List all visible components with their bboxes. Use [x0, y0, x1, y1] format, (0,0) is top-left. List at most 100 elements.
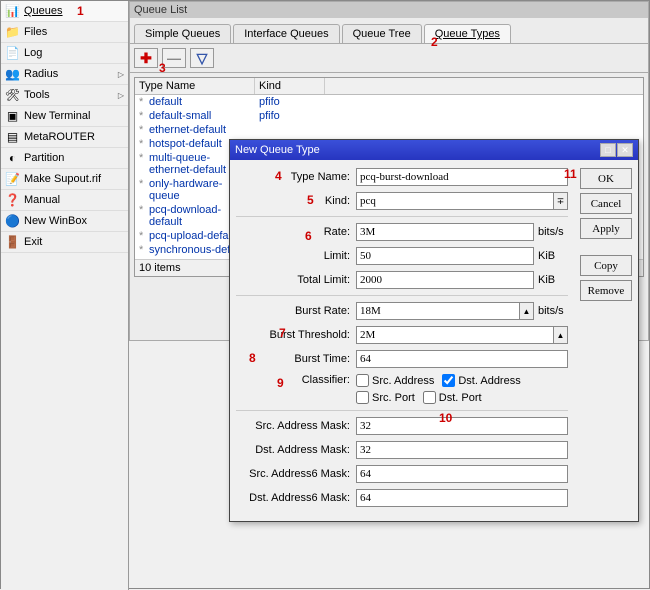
classifier-dst-port-checkbox[interactable] [423, 391, 436, 404]
cancel-button[interactable]: Cancel [580, 193, 632, 214]
filter-button[interactable]: ▽ [190, 48, 214, 68]
burst-threshold-label: Burst Threshold: [236, 329, 356, 341]
sidebar-item-queues[interactable]: 📊Queues [1, 1, 128, 22]
tab-queue-tree[interactable]: Queue Tree [342, 24, 422, 43]
dialog-title: New Queue Type [235, 144, 320, 156]
add-button[interactable]: ✚ [134, 48, 158, 68]
limit-input[interactable] [356, 247, 534, 265]
annotation-5: 5 [307, 193, 314, 207]
radius-icon: 👥 [5, 67, 20, 82]
col-type-name[interactable]: Type Name [135, 78, 255, 94]
copy-button[interactable]: Copy [580, 255, 632, 276]
checkbox-label: Dst. Address [458, 375, 520, 387]
sidebar-item-make-supout[interactable]: 📝 Make Supout.rif [1, 169, 128, 190]
chevron-right-icon: ▷ [118, 91, 124, 100]
annotation-10: 10 [439, 411, 452, 425]
dialog-buttons: OK Cancel Apply Copy Remove [574, 160, 638, 521]
cell-name: default-small [145, 109, 255, 123]
tabs: Simple Queues Interface Queues Queue Tre… [130, 18, 648, 44]
tab-label: Queue Types [435, 28, 500, 40]
list-header: Type Name Kind [135, 78, 643, 95]
src-mask6-input[interactable] [356, 465, 568, 483]
rate-input[interactable] [356, 223, 534, 241]
remove-button[interactable]: Remove [580, 280, 632, 301]
table-row[interactable]: *defaultpfifo [135, 95, 643, 109]
sidebar-item-label: Log [24, 47, 42, 59]
terminal-icon: ▣ [5, 109, 20, 124]
sidebar-item-metarouter[interactable]: ▤ MetaROUTER [1, 127, 128, 148]
tools-icon: 🛠 [5, 88, 20, 103]
sidebar-item-exit[interactable]: 🚪 Exit [1, 232, 128, 253]
col-kind[interactable]: Kind [255, 78, 325, 94]
sidebar-item-label: Make Supout.rif [24, 173, 101, 185]
cell-kind: pfifo [255, 95, 284, 109]
new-queue-type-dialog: New Queue Type □ ✕ Type Name: Kind:∓ Rat… [229, 139, 639, 522]
metarouter-icon: ▤ [5, 130, 20, 145]
unit-label: bits/s [534, 226, 568, 238]
sidebar-item-label: Manual [24, 194, 60, 206]
burst-rate-spinner[interactable]: ▲ [520, 302, 534, 320]
sidebar-item-partition[interactable]: ◐Partition [1, 148, 128, 169]
total-limit-input[interactable] [356, 271, 534, 289]
sidebar-item-files[interactable]: 📁Files [1, 22, 128, 43]
sidebar-item-label: New Terminal [24, 110, 90, 122]
sidebar-item-label: Exit [24, 236, 42, 248]
annotation-9: 9 [277, 376, 284, 390]
unit-label: KiB [534, 274, 568, 286]
window-title: Queue List [130, 2, 648, 18]
kind-input[interactable] [356, 192, 554, 210]
dst-mask-input[interactable] [356, 441, 568, 459]
burst-time-input[interactable] [356, 350, 568, 368]
kind-label: Kind: [236, 195, 356, 207]
dst-mask6-input[interactable] [356, 489, 568, 507]
sidebar-item-radius[interactable]: 👥 Radius ▷ [1, 64, 128, 85]
sidebar-item-tools[interactable]: 🛠 Tools ▷ [1, 85, 128, 106]
annotation-1: 1 [77, 4, 84, 18]
sidebar-item-label: Tools [24, 89, 50, 101]
classifier-src-address-checkbox[interactable] [356, 374, 369, 387]
ok-button[interactable]: OK [580, 168, 632, 189]
window-maximize-button[interactable]: □ [600, 143, 616, 157]
burst-threshold-input[interactable] [356, 326, 554, 344]
annotation-3: 3 [159, 61, 166, 75]
chevron-right-icon: ▷ [118, 70, 124, 79]
sidebar-item-manual[interactable]: ❓Manual [1, 190, 128, 211]
cell-name: default [145, 95, 255, 109]
supout-icon: 📝 [5, 172, 20, 187]
src-mask6-label: Src. Address6 Mask: [236, 468, 356, 480]
annotation-11: 11 [564, 167, 577, 181]
table-row[interactable]: *ethernet-default [135, 123, 643, 137]
unit-label: bits/s [534, 305, 568, 317]
exit-icon: 🚪 [5, 235, 20, 250]
winbox-icon: 🔵 [5, 214, 20, 229]
dialog-titlebar[interactable]: New Queue Type □ ✕ [230, 140, 638, 160]
limit-label: Limit: [236, 250, 356, 262]
total-limit-label: Total Limit: [236, 274, 356, 286]
classifier-label: Classifier: [236, 374, 356, 386]
src-mask-input[interactable] [356, 417, 568, 435]
burst-rate-input[interactable] [356, 302, 520, 320]
dialog-form: Type Name: Kind:∓ Rate:bits/s Limit:KiB … [230, 160, 574, 521]
sidebar-item-label: Radius [24, 68, 58, 80]
sidebar-item-label: MetaROUTER [24, 131, 95, 143]
checkbox-label: Src. Address [372, 375, 434, 387]
classifier-dst-address-checkbox[interactable] [442, 374, 455, 387]
tab-simple-queues[interactable]: Simple Queues [134, 24, 231, 43]
type-name-input[interactable] [356, 168, 568, 186]
sidebar-item-label: Partition [24, 152, 64, 164]
unit-label: KiB [534, 250, 568, 262]
classifier-src-port-checkbox[interactable] [356, 391, 369, 404]
tab-interface-queues[interactable]: Interface Queues [233, 24, 339, 43]
annotation-7: 7 [279, 326, 286, 340]
burst-threshold-spinner[interactable]: ▲ [554, 326, 568, 344]
toolbar: ✚ — ▽ [130, 44, 648, 73]
table-row[interactable]: *default-smallpfifo [135, 109, 643, 123]
files-icon: 📁 [5, 25, 20, 40]
sidebar: 📊Queues 📁Files 📄Log 👥 Radius ▷ 🛠 Tools ▷ ▣ Ne… [1, 1, 129, 590]
sidebar-item-new-terminal[interactable]: ▣ New Terminal [1, 106, 128, 127]
kind-dropdown-button[interactable]: ∓ [554, 192, 568, 210]
sidebar-item-new-winbox[interactable]: 🔵New WinBox [1, 211, 128, 232]
window-close-button[interactable]: ✕ [617, 143, 633, 157]
apply-button[interactable]: Apply [580, 218, 632, 239]
sidebar-item-log[interactable]: 📄Log [1, 43, 128, 64]
